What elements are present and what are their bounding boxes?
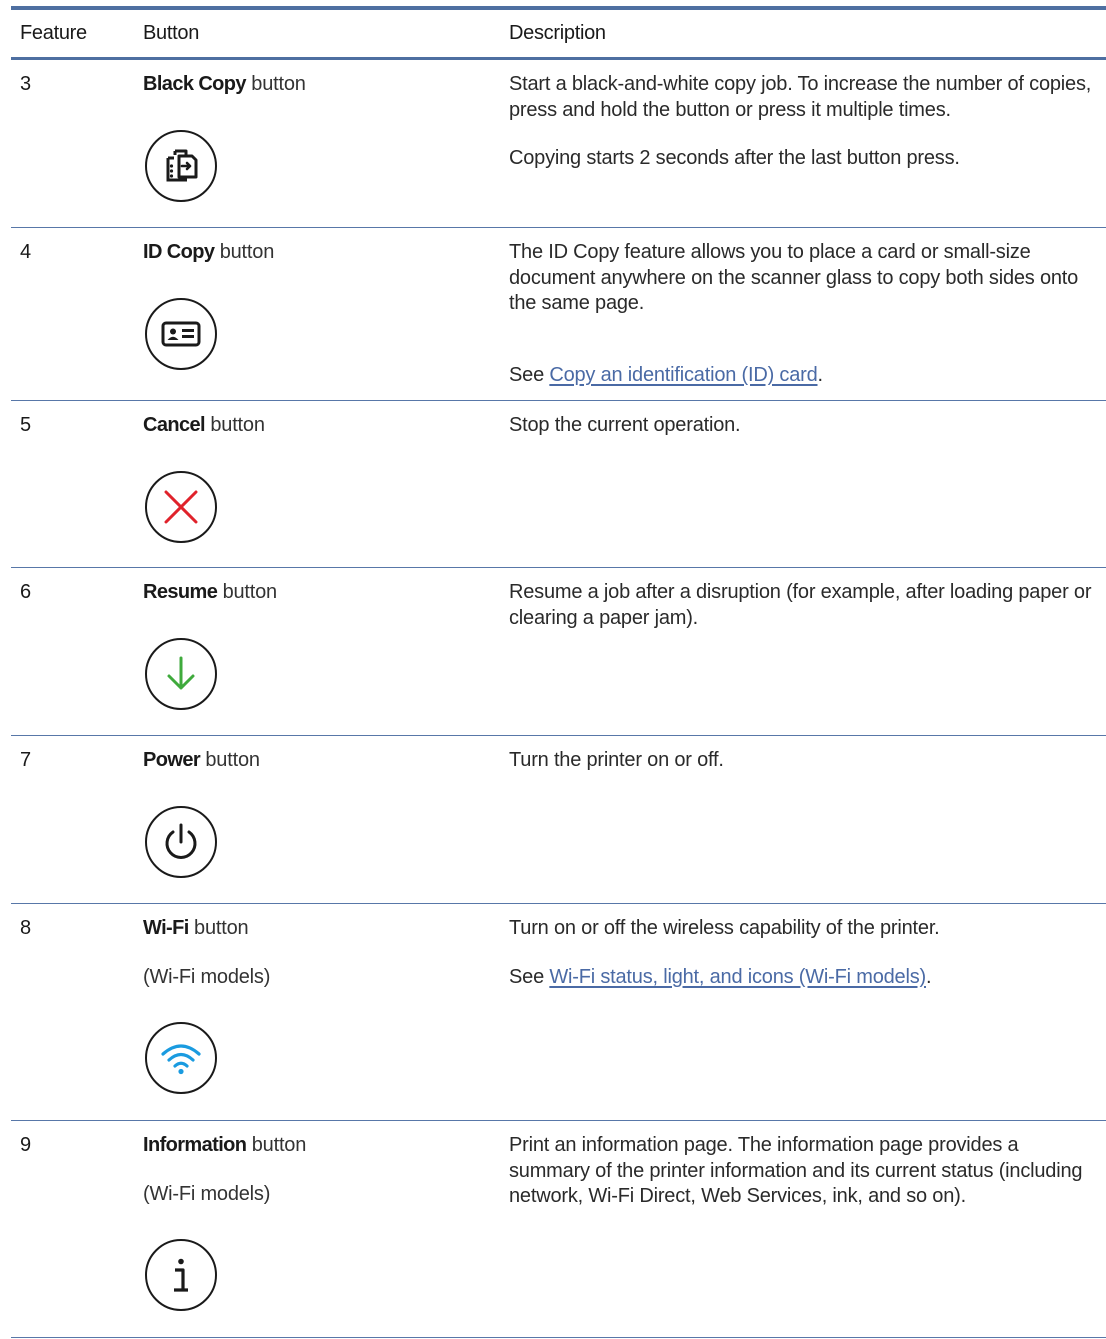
black-copy-icon <box>166 149 198 182</box>
button-label: Wi-Fi button <box>143 917 249 940</box>
feature-number: 5 <box>20 414 32 436</box>
feature-number: 4 <box>20 241 32 263</box>
id-card-icon <box>161 321 201 347</box>
row-description: Stop the current operation. <box>509 413 1099 462</box>
arrow-down-icon <box>167 656 195 690</box>
table-row-id-copy: 4 ID Copy button The ID Copy feature all… <box>11 228 1106 400</box>
feature-number: 3 <box>20 73 32 95</box>
feature-number: 6 <box>20 581 32 603</box>
see-also: See Copy an identification (ID) card. <box>509 363 1099 389</box>
header-feature: Feature <box>20 22 87 44</box>
wifi-icon <box>161 1044 201 1075</box>
button-suffix: button <box>246 1134 307 1156</box>
button-label: Black Copy button <box>143 73 306 96</box>
button-name: Cancel <box>143 414 206 436</box>
button-label: Cancel button <box>143 414 265 437</box>
button-label: ID Copy button <box>143 241 274 264</box>
button-model-note: (Wi-Fi models) <box>143 966 271 988</box>
button-label: Power button <box>143 749 260 772</box>
see-also: See Wi-Fi status, light, and icons (Wi-F… <box>509 965 1099 991</box>
button-name: Black Copy <box>143 73 247 95</box>
button-name: Resume <box>143 581 218 603</box>
row-divider <box>11 1337 1106 1338</box>
info-icon <box>174 1258 188 1292</box>
id-copy-button[interactable] <box>145 298 217 370</box>
table-row-black-copy: 3 Black Copy button Start a black-and-wh… <box>11 60 1106 227</box>
feature-number: 9 <box>20 1134 32 1156</box>
cancel-button[interactable] <box>145 471 217 543</box>
description-text: Stop the current operation. <box>509 414 741 436</box>
black-copy-button[interactable] <box>145 130 217 202</box>
button-label: Information button <box>143 1134 306 1157</box>
button-suffix: button <box>200 749 260 771</box>
row-description: Print an information page. The informati… <box>509 1133 1099 1233</box>
see-prefix: See <box>509 364 550 386</box>
table-header: Feature Button Description <box>11 10 1106 58</box>
description-text: Turn on or off the wireless capability o… <box>509 917 940 939</box>
wifi-status-link[interactable]: Wi-Fi status, light, and icons (Wi-Fi mo… <box>549 966 926 988</box>
description-text: The ID Copy feature allows you to place … <box>509 241 1079 315</box>
row-description: Resume a job after a disruption (for exa… <box>509 580 1099 654</box>
row-description: Turn on or off the wireless capability o… <box>509 916 1099 1013</box>
description-text: Resume a job after a disruption (for exa… <box>509 581 1092 629</box>
see-suffix: . <box>925 965 932 988</box>
button-model-note: (Wi-Fi models) <box>143 1183 271 1205</box>
button-suffix: button <box>245 73 306 95</box>
feature-number: 8 <box>20 917 32 939</box>
power-button[interactable] <box>145 806 217 878</box>
table-row-cancel: 5 Cancel button Stop the current operati… <box>11 401 1106 567</box>
button-label: Resume button <box>143 581 277 604</box>
button-name: Wi-Fi <box>143 917 189 939</box>
table-row-information: 9 Information button (Wi-Fi models) Prin… <box>11 1121 1106 1337</box>
button-suffix: button <box>188 917 249 939</box>
button-suffix: button <box>214 241 275 263</box>
close-icon <box>164 490 198 524</box>
power-icon <box>165 823 197 859</box>
header-button: Button <box>143 22 200 44</box>
description-text: Turn the printer on or off. <box>509 749 724 771</box>
description-text: Copying starts 2 seconds after the last … <box>509 147 960 170</box>
row-description: Turn the printer on or off. <box>509 748 1099 797</box>
button-name: Power <box>143 749 201 771</box>
table-row-resume: 6 Resume button Resume a job after a dis… <box>11 568 1106 735</box>
id-card-link[interactable]: Copy an identification (ID) card <box>549 364 817 386</box>
row-description: The ID Copy feature allows you to place … <box>509 240 1099 340</box>
button-name: ID Copy <box>143 241 215 263</box>
resume-button[interactable] <box>145 638 217 710</box>
information-button[interactable] <box>145 1239 217 1311</box>
table-row-power: 7 Power button Turn the printer on or of… <box>11 736 1106 903</box>
button-suffix: button <box>205 414 265 436</box>
see-suffix: . <box>817 364 824 386</box>
feature-number: 7 <box>20 749 32 771</box>
button-suffix: button <box>217 581 278 603</box>
header-description: Description <box>509 22 606 44</box>
row-description: Start a black-and-white copy job. To inc… <box>509 72 1099 195</box>
description-text: Print an information page. The informati… <box>509 1134 1083 1208</box>
description-text: Start a black-and-white copy job. To inc… <box>509 73 1092 121</box>
button-name: Information <box>143 1134 247 1156</box>
wifi-button[interactable] <box>145 1022 217 1094</box>
see-prefix: See <box>509 965 550 988</box>
table-row-wifi: 8 Wi-Fi button (Wi-Fi models) Turn on or… <box>11 904 1106 1120</box>
